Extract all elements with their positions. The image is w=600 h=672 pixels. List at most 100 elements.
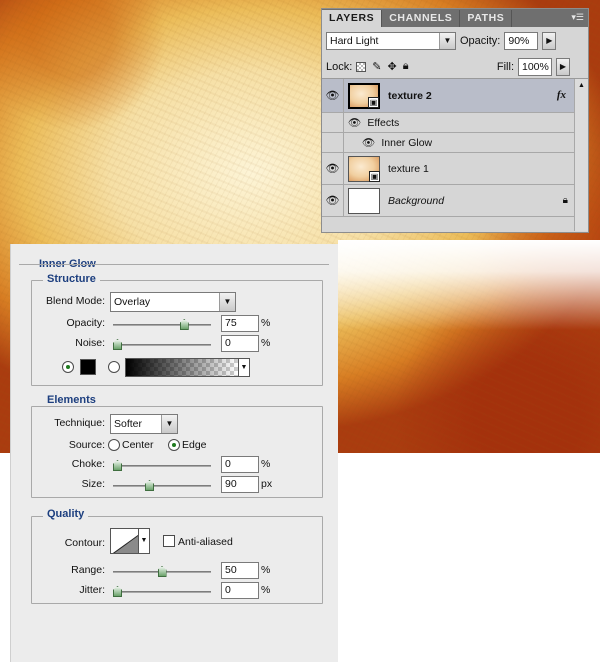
source-label: Source: (68, 439, 105, 451)
source-edge-radio[interactable] (168, 439, 180, 451)
jitter-slider[interactable] (113, 586, 211, 597)
noise-slider[interactable] (113, 339, 211, 350)
source-center-label: Center (122, 439, 154, 451)
glow-gradient-swatch[interactable] (125, 358, 239, 377)
lock-position-move-icon[interactable]: ✥ (388, 60, 397, 73)
range-unit: % (261, 564, 271, 576)
fill-label: Fill: (496, 60, 514, 73)
inner-glow-eye-icon[interactable]: 👁︎ (362, 136, 375, 149)
smart-object-badge-icon: ▣ (369, 170, 380, 182)
lock-pixels-brush-icon[interactable]: ✎ (372, 60, 381, 73)
anti-aliased-label: Anti-aliased (178, 536, 233, 548)
panel-tab-bar: LAYERS CHANNELS PATHS ▾☰ (322, 9, 588, 27)
gradient-dropdown-arrow-icon[interactable]: ▼ (238, 358, 250, 377)
size-input[interactable]: 90 (221, 476, 259, 493)
noise-unit: % (261, 337, 271, 349)
inner-glow-effect-row[interactable]: 👁︎ Inner Glow (322, 133, 588, 153)
blend-mode-value: Overlay (114, 296, 151, 308)
chevron-down-icon[interactable]: ▼ (439, 33, 455, 49)
opacity-input[interactable]: 75 (221, 315, 259, 332)
choke-label: Choke: (71, 458, 105, 470)
gradient-mode-radio[interactable] (108, 361, 120, 373)
layer-blend-mode-value: Hard Light (330, 35, 379, 47)
layer-opacity-label: Opacity: (460, 35, 501, 47)
glow-color-swatch[interactable] (80, 359, 96, 375)
scroll-up-arrow-icon[interactable]: ▲ (575, 79, 588, 93)
layer-list-scrollbar[interactable]: ▲ (574, 79, 588, 231)
opacity-unit: % (261, 317, 271, 329)
layer-name[interactable]: Background (388, 195, 444, 207)
fx-icon[interactable]: fx (557, 89, 566, 101)
quality-legend: Quality (43, 508, 89, 520)
canvas-fade (338, 240, 600, 330)
visibility-eye-icon[interactable] (322, 113, 344, 132)
tab-channels[interactable]: CHANNELS (382, 10, 461, 27)
choke-input[interactable]: 0 (221, 456, 259, 473)
layer-row-background[interactable]: 👁︎ Background 🔒︎ (322, 185, 588, 217)
lock-row: Lock: ✎ ✥ 🔒︎ Fill: 100% ▶ (322, 55, 588, 79)
jitter-input[interactable]: 0 (221, 582, 259, 599)
structure-legend: Structure (43, 273, 100, 285)
lock-all-icon[interactable]: 🔒︎ (403, 60, 409, 73)
technique-select[interactable]: Softer ▼ (110, 414, 178, 434)
color-mode-radio[interactable] (62, 361, 74, 373)
effects-label: Effects (367, 116, 400, 129)
noise-label: Noise: (75, 337, 105, 349)
chevron-down-icon[interactable]: ▼ (161, 415, 177, 433)
visibility-eye-icon[interactable]: 👁︎ (322, 153, 344, 184)
contour-label: Contour: (64, 537, 105, 549)
tab-layers[interactable]: LAYERS (322, 10, 383, 27)
layer-thumbnail (348, 187, 380, 214)
tab-paths[interactable]: PATHS (460, 10, 513, 27)
layer-thumbnail: ▣ (348, 155, 380, 182)
layer-thumbnail: ▣ (348, 82, 380, 109)
size-slider[interactable] (113, 480, 211, 491)
anti-aliased-checkbox[interactable] (163, 535, 175, 547)
title-divider (19, 264, 329, 265)
lock-label: Lock: (326, 60, 353, 73)
visibility-eye-icon[interactable]: 👁︎ (322, 79, 344, 112)
layers-panel: LAYERS CHANNELS PATHS ▾☰ Hard Light ▼ Op… (321, 8, 589, 233)
chevron-down-icon[interactable]: ▼ (219, 293, 235, 311)
lock-transparency-icon[interactable] (356, 61, 367, 72)
source-edge-label: Edge (182, 439, 207, 451)
choke-unit: % (261, 458, 271, 470)
inner-glow-effect-label: Inner Glow (381, 136, 433, 149)
opacity-label: Opacity: (66, 317, 105, 329)
opacity-flyout-arrow-icon[interactable]: ▶ (542, 32, 557, 50)
elements-legend: Elements (43, 394, 100, 406)
layer-opacity-input[interactable]: 90% (504, 32, 539, 50)
size-unit: px (261, 478, 273, 490)
range-input[interactable]: 50 (221, 562, 259, 579)
technique-value: Softer (114, 418, 143, 430)
range-slider[interactable] (113, 566, 211, 577)
blend-mode-label: Blend Mode: (46, 295, 105, 307)
source-center-radio[interactable] (108, 439, 120, 451)
range-label: Range: (71, 564, 105, 576)
visibility-eye-icon[interactable]: 👁︎ (322, 185, 344, 216)
panel-menu-icon[interactable]: ▾☰ (571, 12, 584, 23)
layer-row-texture-1[interactable]: 👁︎ ▣ texture 1 (322, 153, 588, 185)
visibility-eye-icon[interactable] (322, 133, 344, 152)
layer-name[interactable]: texture 1 (388, 163, 429, 175)
smart-object-badge-icon: ▣ (368, 96, 379, 108)
layer-name[interactable]: texture 2 (388, 90, 432, 102)
size-label: Size: (81, 478, 105, 490)
fill-flyout-arrow-icon[interactable]: ▶ (556, 57, 570, 76)
effects-row[interactable]: 👁︎ Effects (322, 113, 588, 133)
fill-input[interactable]: 100% (518, 57, 552, 76)
effects-eye-icon[interactable]: 👁︎ (348, 116, 361, 129)
blend-row: Hard Light ▼ Opacity: 90% ▶ (322, 27, 588, 55)
opacity-slider[interactable] (113, 319, 211, 330)
noise-input[interactable]: 0 (221, 335, 259, 352)
blend-mode-select[interactable]: Overlay ▼ (110, 292, 236, 312)
layer-blend-mode-select[interactable]: Hard Light ▼ (326, 32, 456, 50)
contour-dropdown-arrow-icon[interactable]: ▼ (138, 528, 150, 554)
layer-row-texture-2[interactable]: 👁︎ ▣ texture 2 fx (322, 79, 588, 113)
jitter-unit: % (261, 584, 271, 596)
choke-slider[interactable] (113, 460, 211, 471)
jitter-label: Jitter: (79, 584, 105, 596)
inner-glow-dialog: Inner Glow Structure Blend Mode: Overlay… (10, 244, 338, 662)
technique-label: Technique: (54, 417, 105, 429)
layer-lock-icon: 🔒︎ (562, 195, 568, 206)
